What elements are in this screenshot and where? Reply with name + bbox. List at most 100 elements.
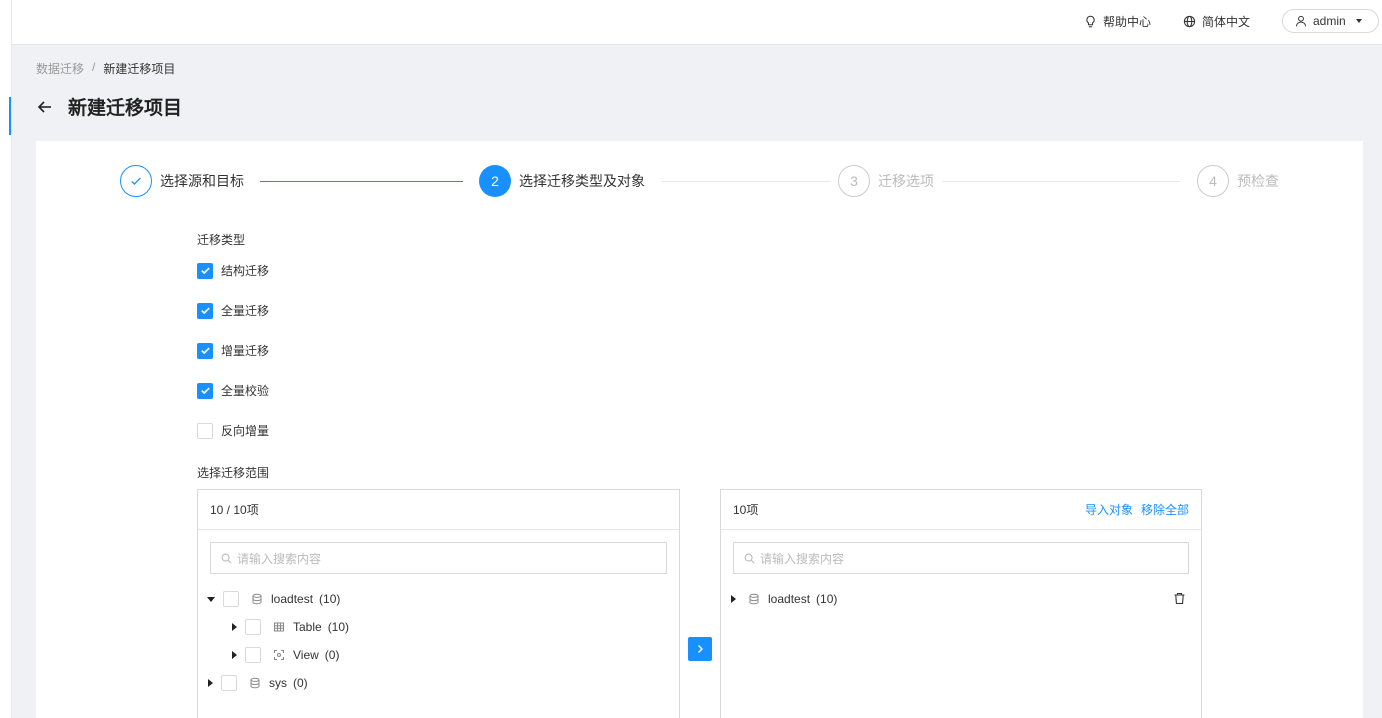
checkbox-structure-migration[interactable]: 结构迁移 — [197, 262, 269, 279]
step-1-label: 选择源和目标 — [160, 173, 244, 189]
help-center-label: 帮助中心 — [1102, 14, 1151, 29]
move-right-button[interactable] — [688, 637, 712, 661]
checkbox-checked[interactable] — [197, 382, 213, 399]
caret-right-icon[interactable] — [208, 679, 213, 687]
active-indicator — [9, 97, 11, 135]
step-4: 4 预检查 — [1197, 165, 1279, 197]
import-objects-link[interactable]: 导入对象 — [1085, 501, 1133, 518]
tree-node-name: sys — [269, 676, 287, 690]
search-placeholder: 请输入搜索内容 — [237, 551, 322, 566]
chevron-right-icon — [698, 645, 703, 653]
check-icon — [131, 177, 141, 185]
language-label: 简体中文 — [1201, 14, 1250, 29]
username: admin — [1313, 14, 1346, 28]
checkbox-label: 反向增量 — [221, 424, 270, 438]
target-actions: 导入对象 移除全部 — [1085, 501, 1189, 518]
trash-icon[interactable] — [1173, 592, 1186, 605]
tree-checkbox[interactable] — [245, 647, 261, 663]
caret-right-icon[interactable] — [232, 651, 237, 659]
tree-checkbox[interactable] — [223, 591, 239, 607]
checkbox-unchecked[interactable] — [197, 422, 213, 439]
caret-right-icon[interactable] — [731, 595, 736, 603]
chevron-down-icon — [1355, 19, 1362, 23]
tree-node-count: (10) — [319, 592, 341, 606]
source-count: 10 / 10项 — [210, 503, 259, 517]
source-search-input[interactable]: 请输入搜索内容 — [210, 542, 667, 574]
breadcrumb-parent[interactable]: 数据迁移 — [36, 60, 84, 77]
tree-node-table: Table (10) — [232, 618, 349, 636]
tree-node-loadtest: loadtest (10) — [207, 590, 340, 608]
step-4-circle: 4 — [1197, 165, 1229, 197]
step-connector-1 — [260, 181, 463, 182]
step-connector-2 — [661, 181, 830, 182]
source-transfer-panel: 10 / 10项 请输入搜索内容 loadtest (10) Table (10… — [197, 489, 680, 718]
step-4-label: 预检查 — [1237, 173, 1279, 189]
user-icon — [1296, 15, 1306, 27]
checkbox-incremental-migration[interactable]: 增量迁移 — [197, 342, 269, 359]
checkbox-label: 结构迁移 — [221, 264, 270, 278]
globe-icon — [1183, 15, 1196, 27]
checkbox-full-verification[interactable]: 全量校验 — [197, 382, 269, 399]
arrow-left-icon[interactable] — [36, 98, 54, 116]
checkbox-reverse-incremental[interactable]: 反向增量 — [197, 422, 269, 439]
target-tree-node-loadtest: loadtest (10) — [731, 590, 837, 608]
tree-node-count: (10) — [816, 592, 838, 606]
step-3-circle: 3 — [838, 165, 870, 197]
database-icon — [749, 593, 759, 605]
search-icon — [744, 553, 755, 563]
scope-title: 选择迁移范围 — [197, 466, 270, 480]
user-menu-button[interactable]: admin — [1282, 9, 1379, 33]
migration-type-title: 迁移类型 — [197, 233, 246, 247]
step-2-circle: 2 — [479, 165, 511, 197]
check-icon — [200, 387, 210, 395]
checkbox-label: 全量迁移 — [221, 304, 270, 318]
top-nav: 帮助中心 简体中文 admin — [1084, 0, 1382, 42]
breadcrumb: 数据迁移 / 新建迁移项目 — [36, 60, 175, 77]
lightbulb-icon — [1086, 15, 1095, 27]
search-placeholder: 请输入搜索内容 — [760, 551, 845, 566]
tree-checkbox[interactable] — [221, 675, 237, 691]
step-1-circle — [120, 165, 152, 197]
main-card: 选择源和目标 2 选择迁移类型及对象 3 迁移选项 4 预检查 迁移类型 结构迁… — [36, 141, 1363, 718]
database-icon — [252, 593, 262, 605]
tree-node-name: loadtest — [271, 592, 314, 606]
step-2-label: 选择迁移类型及对象 — [519, 173, 645, 189]
left-edge — [0, 0, 12, 718]
step-connector-3 — [942, 181, 1180, 182]
step-3-label: 迁移选项 — [878, 173, 934, 189]
checkbox-full-migration[interactable]: 全量迁移 — [197, 302, 269, 319]
search-icon — [221, 553, 232, 563]
checkbox-checked[interactable] — [197, 262, 213, 279]
caret-down-icon[interactable] — [207, 596, 215, 602]
tree-node-name: loadtest — [768, 592, 811, 606]
step-2: 2 选择迁移类型及对象 — [479, 165, 645, 197]
step-1: 选择源和目标 — [120, 165, 244, 197]
top-bar: 帮助中心 简体中文 admin — [12, 0, 1382, 45]
checkbox-checked[interactable] — [197, 342, 213, 359]
view-icon — [274, 650, 284, 660]
help-center-link[interactable]: 帮助中心 — [1084, 13, 1151, 30]
caret-right-icon[interactable] — [232, 623, 237, 631]
tree-node-count: (0) — [324, 648, 340, 662]
check-icon — [200, 307, 210, 315]
database-icon — [250, 677, 260, 689]
target-panel-header: 10项 导入对象 移除全部 — [721, 490, 1201, 530]
remove-all-link[interactable]: 移除全部 — [1141, 501, 1189, 518]
tree-node-count: (0) — [293, 676, 308, 690]
step-3: 3 迁移选项 — [838, 165, 934, 197]
page-header: 新建迁移项目 — [36, 93, 182, 120]
tree-node-count: (10) — [327, 620, 350, 634]
checkbox-label: 增量迁移 — [221, 344, 270, 358]
tree-checkbox[interactable] — [245, 619, 261, 635]
target-search-input[interactable]: 请输入搜索内容 — [733, 542, 1189, 574]
tree-node-name: Table — [293, 620, 322, 634]
target-transfer-panel: 10项 导入对象 移除全部 请输入搜索内容 loadtest (10) — [720, 489, 1202, 718]
tree-node-sys: sys (0) — [208, 674, 308, 692]
language-switch[interactable]: 简体中文 — [1183, 13, 1250, 30]
checkbox-checked[interactable] — [197, 302, 213, 319]
page-title: 新建迁移项目 — [68, 98, 183, 119]
breadcrumb-current: 新建迁移项目 — [103, 62, 176, 76]
source-panel-header: 10 / 10项 — [198, 490, 679, 530]
checkbox-label: 全量校验 — [221, 384, 270, 398]
stepper: 选择源和目标 2 选择迁移类型及对象 3 迁移选项 4 预检查 — [120, 165, 1280, 197]
